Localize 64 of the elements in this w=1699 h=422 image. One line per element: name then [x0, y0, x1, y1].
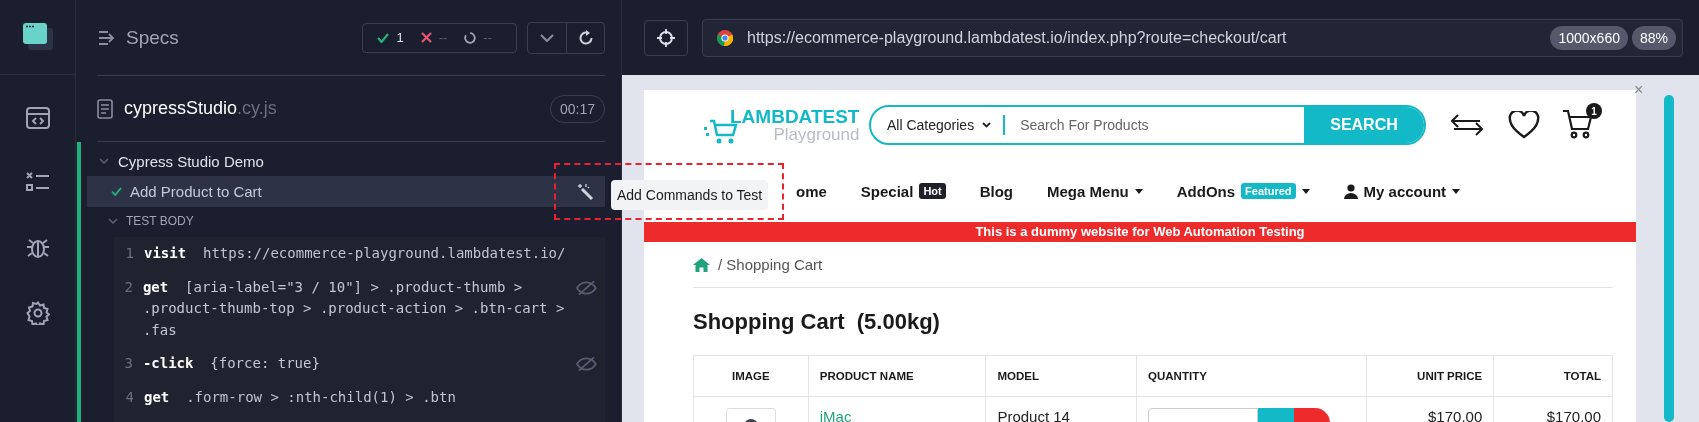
- refresh-icon: [577, 29, 594, 46]
- nav-link[interactable]: AddOns: [1176, 182, 1236, 200]
- line-number: 1: [124, 244, 134, 263]
- magic-wand-icon[interactable]: [577, 182, 595, 201]
- specs-icon: [98, 29, 116, 46]
- eye-slash-icon[interactable]: [576, 279, 597, 296]
- column-header: TOTAL: [1562, 369, 1602, 384]
- line-number: 3: [123, 354, 133, 373]
- column-header: MODEL: [986, 356, 1138, 396]
- list-icon[interactable]: [25, 171, 50, 193]
- pending-count: --: [483, 30, 492, 45]
- column-header: QUANTITY: [1137, 356, 1367, 396]
- tooltip: Add Commands to Test: [611, 180, 769, 210]
- search-bar[interactable]: All Categories Search For Products SEARCH: [869, 105, 1426, 145]
- chrome-icon: [717, 29, 733, 46]
- line-number: 4: [124, 387, 134, 407]
- app-logo-icon: [22, 23, 53, 51]
- compare-arrows-icon[interactable]: [1450, 113, 1484, 137]
- nav-link[interactable]: My account: [1363, 182, 1447, 200]
- hook-title[interactable]: TEST BODY: [126, 214, 194, 228]
- column-header: UNIT PRICE: [1366, 356, 1495, 396]
- cart-count-badge: 1: [1586, 103, 1602, 119]
- column-header: PRODUCT NAME: [808, 356, 987, 396]
- nav-link[interactable]: Blog: [979, 182, 1014, 200]
- cart-icon[interactable]: [1562, 107, 1594, 139]
- check-icon: [111, 187, 122, 196]
- nav-link[interactable]: Mega Menu: [1047, 182, 1129, 200]
- scrollbar[interactable]: [1664, 95, 1674, 422]
- suite-title[interactable]: Cypress Studio Demo: [118, 152, 264, 170]
- table-cell: Product 14: [997, 408, 1070, 422]
- chevron-down-icon: [540, 33, 554, 42]
- selector-button[interactable]: [644, 19, 688, 56]
- nav-badge: Featured: [1241, 183, 1296, 199]
- caret-icon: [982, 122, 992, 128]
- test-row[interactable]: Add Product to Cart: [87, 176, 605, 207]
- heart-icon[interactable]: [1508, 111, 1540, 139]
- cross-icon: [420, 32, 432, 43]
- settings-icon[interactable]: [25, 301, 50, 325]
- command-text[interactable]: -click {force: true}: [142, 353, 567, 375]
- failed-count: --: [438, 30, 448, 45]
- nav-badge: Hot: [919, 183, 946, 199]
- nav-link[interactable]: ome: [796, 182, 827, 200]
- viewport-badge: 1000x660: [1550, 25, 1628, 50]
- line-number: 2: [123, 277, 133, 297]
- passed-count: 1: [396, 30, 404, 45]
- notice-banner: This is a dummy website for Web Automation Testing: [644, 222, 1636, 242]
- command-text[interactable]: get [aria-label="3 / 10"] > .product-thumb > .product-thumb-top > .product-action > .btn-cart > .fas: [142, 276, 567, 341]
- url-field[interactable]: https://ecommerce-playground.lambdatest.io/index.php?route=checkout/cart 1000x660 88%: [702, 18, 1683, 57]
- page-heading: Shopping Cart (5.00kg): [693, 307, 941, 336]
- eye-slash-icon[interactable]: [576, 356, 597, 372]
- home-icon[interactable]: [693, 257, 710, 272]
- crosshair-icon: [657, 28, 675, 47]
- file-icon: [97, 98, 113, 119]
- pending-icon: [464, 31, 477, 44]
- breadcrumb-text: / Shopping Cart: [718, 256, 823, 273]
- command-text[interactable]: visit https://ecommerce-playground.lambdatest.io/: [144, 243, 592, 265]
- check-icon: [377, 32, 390, 43]
- panel-title: Specs: [126, 26, 180, 49]
- column-header: IMAGE: [694, 356, 809, 396]
- spec-file-name: cypressStudio.cy.js: [124, 98, 278, 119]
- zoom-badge: 88%: [1631, 25, 1676, 50]
- nav-link[interactable]: Special: [860, 182, 914, 200]
- code-window-icon[interactable]: [25, 107, 50, 129]
- command-text[interactable]: get .form-row > :nth-child(1) > .btn: [144, 386, 592, 408]
